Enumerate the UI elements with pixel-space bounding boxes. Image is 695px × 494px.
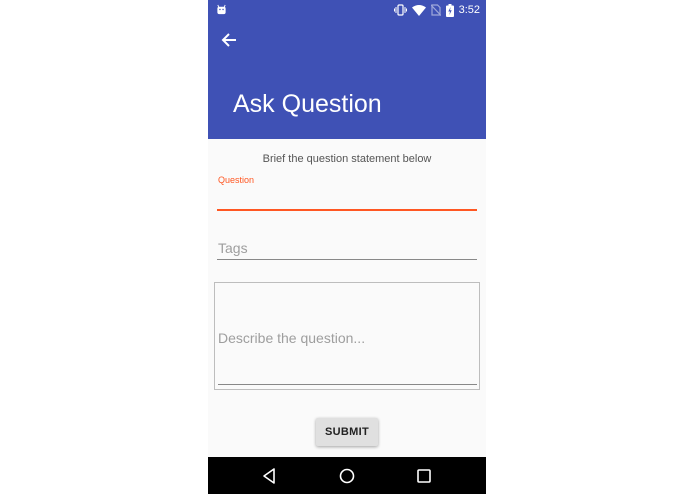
battery-charging-icon [445, 3, 454, 17]
status-icons: 3:52 [393, 3, 480, 17]
arrow-back-icon[interactable] [220, 30, 240, 50]
recents-square-icon[interactable] [414, 466, 434, 486]
home-circle-icon[interactable] [337, 466, 357, 486]
navigation-bar [208, 457, 486, 494]
back-triangle-icon[interactable] [260, 466, 280, 486]
status-bar: 3:52 [208, 0, 486, 20]
android-notification-icon [217, 4, 226, 15]
question-label: Question [218, 175, 255, 185]
phone-screen: 3:52 Ask Question Brief the question sta… [208, 0, 486, 494]
wifi-icon [411, 4, 426, 16]
submit-button[interactable]: SUBMIT [316, 418, 378, 446]
form-hint: Brief the question statement below [262, 153, 432, 165]
description-box [214, 282, 480, 390]
tags-input[interactable] [217, 236, 477, 260]
question-input[interactable] [217, 189, 477, 211]
description-input[interactable] [218, 283, 477, 385]
status-time: 3:52 [458, 4, 480, 16]
no-sim-icon [430, 4, 441, 16]
page-title: Ask Question [233, 90, 382, 118]
app-bar: 3:52 Ask Question [208, 0, 486, 139]
vibrate-icon [393, 4, 407, 16]
